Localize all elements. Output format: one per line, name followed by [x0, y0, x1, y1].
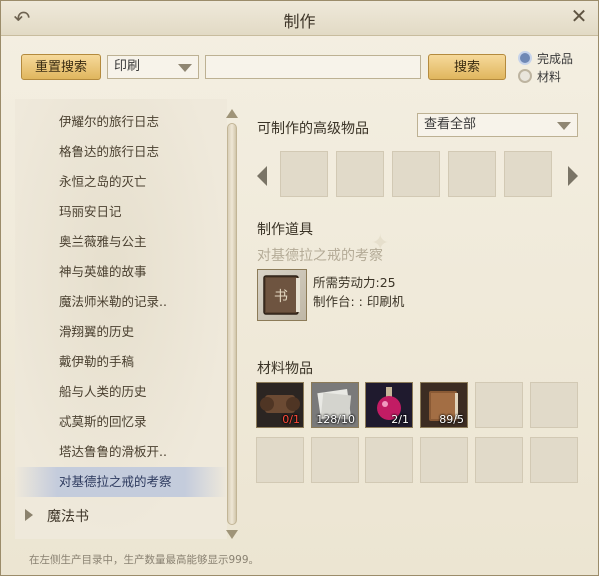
radio-selected-icon — [518, 51, 532, 65]
expand-arrow-icon — [25, 509, 33, 521]
search-input[interactable] — [205, 55, 421, 79]
material-slot-paper[interactable]: 128/10 — [311, 382, 359, 428]
crafting-window: ↶ 制作 ✕ 重置搜索 印刷 搜索 完成品 材料 伊耀尔的旅行日志 格鲁达的旅行… — [0, 0, 599, 576]
list-item[interactable]: 忒莫斯的回忆录 — [15, 407, 227, 437]
scroll-up-icon[interactable] — [226, 109, 238, 118]
material-slot-empty — [311, 437, 359, 483]
recipe-list: 伊耀尔的旅行日志 格鲁达的旅行日志 永恒之岛的灭亡 玛丽安日记 奥兰薇雅与公主 … — [15, 107, 227, 497]
list-item[interactable]: 伊耀尔的旅行日志 — [15, 107, 227, 137]
material-slot-leather-book[interactable]: 89/5 — [420, 382, 468, 428]
list-item[interactable]: 船与人类的历史 — [15, 377, 227, 407]
material-count: 89/5 — [439, 413, 464, 426]
reset-search-button[interactable]: 重置搜索 — [21, 54, 101, 80]
material-slot-empty — [475, 382, 523, 428]
chevron-down-icon — [178, 64, 192, 72]
advanced-item-slot[interactable] — [448, 151, 496, 197]
material-slot-empty — [365, 437, 413, 483]
book-icon[interactable]: 书 — [257, 269, 307, 321]
title-bar: ↶ 制作 ✕ — [1, 1, 598, 36]
radio-material[interactable]: 材料 — [518, 68, 561, 85]
crafting-station: 制作台: : 印刷机 — [313, 294, 405, 309]
material-slot-potion[interactable]: 2/1 — [365, 382, 413, 428]
material-slot-empty — [530, 382, 578, 428]
footer-hint: 在左侧生产目录中，生产数量最高能够显示999。 — [29, 554, 260, 566]
category-filter-value: 印刷 — [114, 59, 141, 74]
view-filter-select[interactable]: 查看全部 — [417, 113, 578, 137]
list-item[interactable]: 魔法师米勒的记录.. — [15, 287, 227, 317]
svg-text:书: 书 — [274, 289, 288, 305]
material-slot-empty — [256, 437, 304, 483]
list-item[interactable]: 永恒之岛的灭亡 — [15, 167, 227, 197]
list-item-selected[interactable]: 对基德拉之戒的考察 — [15, 467, 227, 497]
list-item[interactable]: 滑翔翼的历史 — [15, 317, 227, 347]
material-slot-empty — [475, 437, 523, 483]
crafted-item-name: 对基德拉之戒的考察 — [257, 248, 383, 264]
material-count: 0/1 — [282, 413, 300, 426]
view-filter-value: 查看全部 — [424, 117, 477, 132]
list-item[interactable]: 塔达鲁鲁的滑板开.. — [15, 437, 227, 467]
radio-finished[interactable]: 完成品 — [518, 50, 573, 67]
next-arrow-icon[interactable] — [568, 166, 578, 186]
advanced-item-slot[interactable] — [392, 151, 440, 197]
window-title: 制作 — [283, 12, 316, 31]
material-count: 128/10 — [316, 413, 355, 426]
list-item[interactable]: 玛丽安日记 — [15, 197, 227, 227]
radio-material-label: 材料 — [537, 70, 562, 84]
search-button[interactable]: 搜索 — [428, 54, 506, 80]
scroll-thumb[interactable] — [227, 123, 237, 525]
category-magic-books[interactable]: 魔法书 — [25, 506, 89, 526]
material-slot-scroll[interactable]: 0/1 — [256, 382, 304, 428]
list-item[interactable]: 戴伊勒的手稿 — [15, 347, 227, 377]
scroll-down-icon[interactable] — [226, 530, 238, 539]
category-filter-select[interactable]: 印刷 — [107, 55, 199, 79]
radio-unselected-icon — [518, 69, 532, 83]
labor-requirement: 所需劳动力:25 — [313, 275, 396, 290]
category-label: 魔法书 — [47, 509, 89, 525]
material-slot-empty — [530, 437, 578, 483]
advanced-item-slot[interactable] — [280, 151, 328, 197]
crafting-tool-label: 制作道具 — [257, 222, 313, 238]
list-scrollbar[interactable] — [226, 109, 238, 539]
material-count: 2/1 — [391, 413, 409, 426]
advanced-item-slot[interactable] — [336, 151, 384, 197]
list-item[interactable]: 奥兰薇雅与公主 — [15, 227, 227, 257]
advanced-item-slot[interactable] — [504, 151, 552, 197]
chevron-down-icon — [557, 122, 571, 130]
prev-arrow-icon[interactable] — [257, 166, 267, 186]
close-icon[interactable]: ✕ — [568, 5, 590, 27]
materials-label: 材料物品 — [257, 361, 313, 377]
recipe-list-panel: 伊耀尔的旅行日志 格鲁达的旅行日志 永恒之岛的灭亡 玛丽安日记 奥兰薇雅与公主 … — [15, 99, 227, 539]
list-item[interactable]: 神与英雄的故事 — [15, 257, 227, 287]
radio-finished-label: 完成品 — [537, 52, 574, 66]
material-slot-empty — [420, 437, 468, 483]
advanced-items-label: 可制作的高级物品 — [257, 121, 369, 137]
list-item[interactable]: 格鲁达的旅行日志 — [15, 137, 227, 167]
